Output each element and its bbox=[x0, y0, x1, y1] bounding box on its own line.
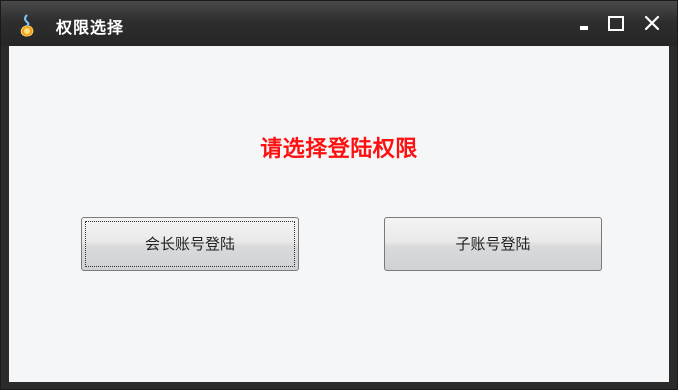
minimize-icon[interactable] bbox=[574, 11, 598, 35]
sub-account-login-button[interactable]: 子账号登陆 bbox=[384, 217, 602, 271]
close-icon[interactable] bbox=[640, 11, 664, 35]
maximize-icon[interactable] bbox=[604, 11, 628, 35]
title-bar[interactable]: 权限选择 bbox=[1, 1, 677, 46]
window-title: 权限选择 bbox=[56, 18, 125, 37]
dialog-window: 权限选择 请选择登陆权限 会长账号登陆 子账号登陆 bbox=[0, 0, 678, 390]
president-account-login-button[interactable]: 会长账号登陆 bbox=[81, 217, 299, 271]
permission-prompt: 请选择登陆权限 bbox=[260, 137, 418, 162]
dialog-content: 请选择登陆权限 会长账号登陆 子账号登陆 bbox=[9, 46, 669, 382]
app-logo-icon bbox=[20, 14, 34, 37]
